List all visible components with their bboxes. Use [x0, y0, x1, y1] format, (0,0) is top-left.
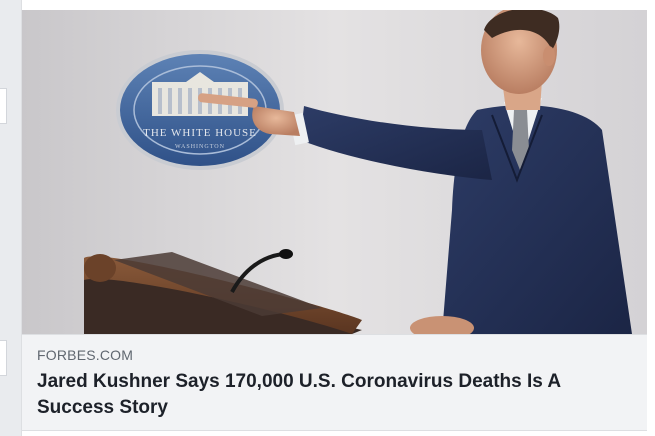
link-headline[interactable]: Jared Kushner Says 170,000 U.S. Coronavi…: [37, 369, 627, 421]
svg-text:WASHINGTON: WASHINGTON: [175, 144, 225, 150]
left-gutter: [0, 0, 8, 436]
card-right-edge: [647, 0, 655, 436]
press-briefing-photo: THE WHITE HOUSE WASHINGTON: [22, 10, 647, 334]
link-preview-image[interactable]: THE WHITE HOUSE WASHINGTON: [22, 10, 647, 334]
post-link-card[interactable]: THE WHITE HOUSE WASHINGTON FORBES.COM Ja…: [21, 0, 655, 436]
svg-text:THE WHITE HOUSE: THE WHITE HOUSE: [143, 127, 257, 139]
adjacent-input-edge: [0, 88, 7, 124]
link-source-domain: FORBES.COM: [37, 347, 134, 363]
link-preview-caption[interactable]: FORBES.COM Jared Kushner Says 170,000 U.…: [22, 334, 647, 430]
card-divider: [22, 430, 647, 431]
card-top-strip: [22, 0, 655, 10]
adjacent-input-edge: [0, 340, 7, 376]
